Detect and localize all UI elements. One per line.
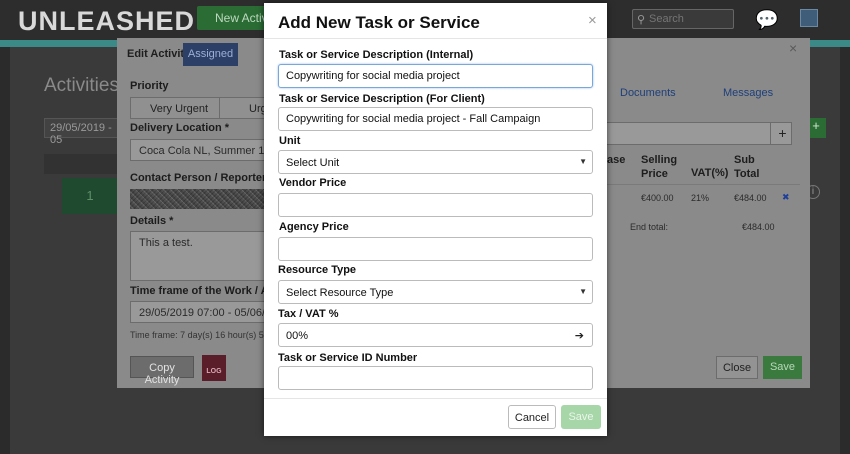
close-button[interactable]: Close bbox=[716, 356, 758, 379]
chevron-down-icon: ▼ bbox=[579, 287, 587, 296]
column-header-vat: VAT(%) bbox=[691, 167, 729, 179]
column-header-selling-price: Selling Price bbox=[641, 154, 678, 180]
cancel-button[interactable]: Cancel bbox=[508, 405, 556, 429]
details-textarea[interactable]: This a test. bbox=[130, 231, 270, 281]
resource-type-select[interactable]: Select Resource Type ▼ bbox=[278, 280, 593, 304]
service-id-input[interactable] bbox=[278, 366, 593, 390]
close-icon[interactable]: × bbox=[588, 12, 597, 29]
row-sub-total: €484.00 bbox=[734, 193, 767, 203]
save-button[interactable]: Save bbox=[561, 405, 601, 429]
priority-selector[interactable]: Very Urgent Urg bbox=[130, 97, 270, 119]
agency-price-label: Agency Price bbox=[279, 221, 349, 233]
close-icon[interactable]: × bbox=[789, 40, 797, 56]
vendor-price-input[interactable] bbox=[278, 193, 593, 217]
tax-vat-label: Tax / VAT % bbox=[278, 308, 339, 320]
modal-footer-divider bbox=[264, 398, 607, 399]
contact-person-field[interactable] bbox=[130, 189, 270, 209]
unit-label: Unit bbox=[279, 135, 301, 147]
copy-activity-button[interactable]: Copy Activity bbox=[130, 356, 194, 386]
log-file-icon[interactable]: LOG bbox=[202, 355, 226, 381]
tax-vat-field[interactable]: 00% ➔ bbox=[278, 323, 593, 347]
unit-select-value: Select Unit bbox=[286, 157, 340, 169]
page-title: Activities bbox=[44, 75, 119, 96]
remove-row-icon[interactable]: ✖ bbox=[782, 192, 790, 203]
desc-client-label: Task or Service Description (For Client) bbox=[279, 93, 485, 105]
divider bbox=[219, 98, 220, 118]
priority-label: Priority bbox=[130, 80, 169, 92]
unit-select[interactable]: Select Unit ▼ bbox=[278, 150, 593, 174]
add-task-button[interactable]: + bbox=[770, 122, 794, 145]
global-search[interactable]: ⚲ bbox=[632, 9, 734, 29]
resource-type-label: Resource Type bbox=[278, 264, 357, 276]
chat-icon[interactable]: 💬 bbox=[755, 8, 779, 32]
contact-person-label: Contact Person / Reporter / Ci bbox=[130, 172, 268, 184]
resource-type-value: Select Resource Type bbox=[286, 287, 394, 299]
delivery-location-label: Delivery Location * bbox=[130, 122, 230, 134]
service-id-label: Task or Service ID Number bbox=[278, 352, 418, 364]
column-header-sub-total: Sub Total bbox=[734, 154, 760, 180]
edit-modal-title: Edit Activity bbox=[127, 48, 191, 60]
timeframe-label: Time frame of the Work / Availa bbox=[130, 285, 268, 297]
timeframe-note: Time frame: 7 day(s) 16 hour(s) 5 bbox=[130, 330, 264, 340]
desc-client-input[interactable] bbox=[278, 107, 593, 131]
modal-header-divider bbox=[264, 38, 607, 39]
table-divider bbox=[594, 184, 800, 185]
messages-link[interactable]: Messages bbox=[723, 87, 773, 99]
end-total-label: End total: bbox=[630, 222, 669, 232]
timeframe-field[interactable]: 29/05/2019 07:00 - 05/06/2019 bbox=[130, 301, 270, 323]
delivery-location-field[interactable]: Coca Cola NL, Summer 19,Ma bbox=[130, 139, 270, 161]
activity-row-indicator[interactable]: 1 bbox=[62, 178, 118, 214]
tax-vat-value: 00% bbox=[286, 330, 309, 342]
agency-price-input[interactable] bbox=[278, 237, 593, 261]
column-header-base: ase bbox=[607, 154, 626, 166]
search-input[interactable] bbox=[649, 12, 731, 26]
app-logo[interactable]: UNLEASHED bbox=[18, 6, 195, 37]
details-label: Details * bbox=[130, 215, 174, 227]
avatar[interactable] bbox=[800, 9, 818, 27]
arrow-right-icon[interactable]: ➔ bbox=[575, 329, 584, 342]
row-vat: 21% bbox=[691, 193, 710, 203]
modal-title: Add New Task or Service bbox=[278, 13, 480, 32]
assigned-button[interactable]: Assigned bbox=[183, 43, 238, 66]
row-selling-price: €400.00 bbox=[641, 193, 674, 203]
date-filter[interactable]: 29/05/2019 - 05 bbox=[44, 118, 124, 146]
desc-internal-label: Task or Service Description (Internal) bbox=[279, 49, 474, 61]
documents-link[interactable]: Documents bbox=[620, 87, 676, 99]
task-search-field[interactable] bbox=[594, 122, 792, 145]
desc-internal-input[interactable] bbox=[278, 64, 593, 88]
vendor-price-label: Vendor Price bbox=[279, 177, 347, 189]
end-total-value: €484.00 bbox=[742, 222, 775, 232]
search-icon: ⚲ bbox=[637, 14, 646, 26]
grid-header bbox=[44, 154, 120, 174]
priority-option-very-urgent[interactable]: Very Urgent bbox=[150, 103, 208, 115]
save-activity-button[interactable]: Save bbox=[763, 356, 802, 379]
chevron-down-icon: ▼ bbox=[579, 157, 587, 166]
